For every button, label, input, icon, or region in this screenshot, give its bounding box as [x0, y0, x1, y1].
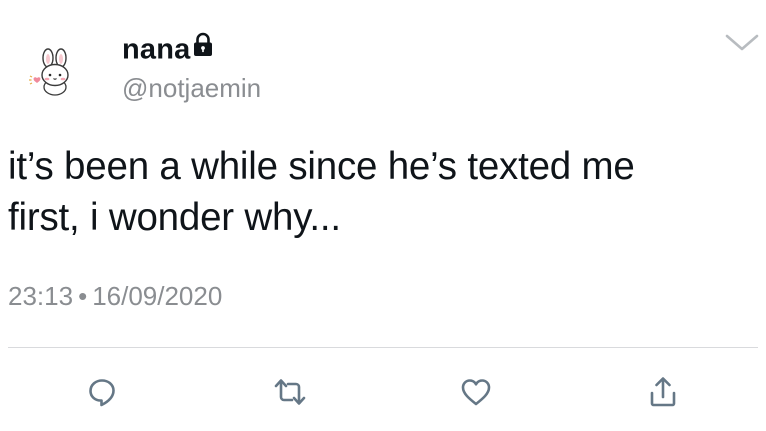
bunny-avatar-icon [29, 48, 69, 96]
tweet-time: 23:13 [8, 281, 74, 311]
reply-icon [89, 379, 115, 407]
like-button[interactable] [456, 372, 496, 412]
user-handle[interactable]: @notjaemin [122, 73, 261, 103]
tweet-text: it’s been a while since he’s texted me f… [8, 141, 748, 243]
display-name-text[interactable]: nana [122, 33, 191, 65]
meta-separator: • [78, 281, 88, 311]
share-icon [650, 377, 676, 407]
tweet-text-line: it’s been a while since he’s texted me [8, 145, 635, 188]
chevron-down-icon [725, 34, 759, 51]
share-button[interactable] [643, 372, 683, 412]
lock-icon [192, 31, 214, 65]
retweet-icon [274, 379, 306, 405]
tweet-timestamp[interactable]: 23:13 • 16/09/2020 [8, 281, 222, 311]
heart-icon [461, 379, 491, 406]
display-name[interactable]: nana [122, 31, 214, 66]
more-options-button[interactable] [724, 28, 760, 56]
reply-button[interactable] [82, 372, 122, 412]
tweet-date: 16/09/2020 [92, 281, 223, 311]
avatar[interactable] [24, 42, 86, 104]
divider [8, 347, 758, 348]
tweet-text-line: first, i wonder why... [8, 196, 341, 239]
retweet-button[interactable] [270, 372, 310, 412]
